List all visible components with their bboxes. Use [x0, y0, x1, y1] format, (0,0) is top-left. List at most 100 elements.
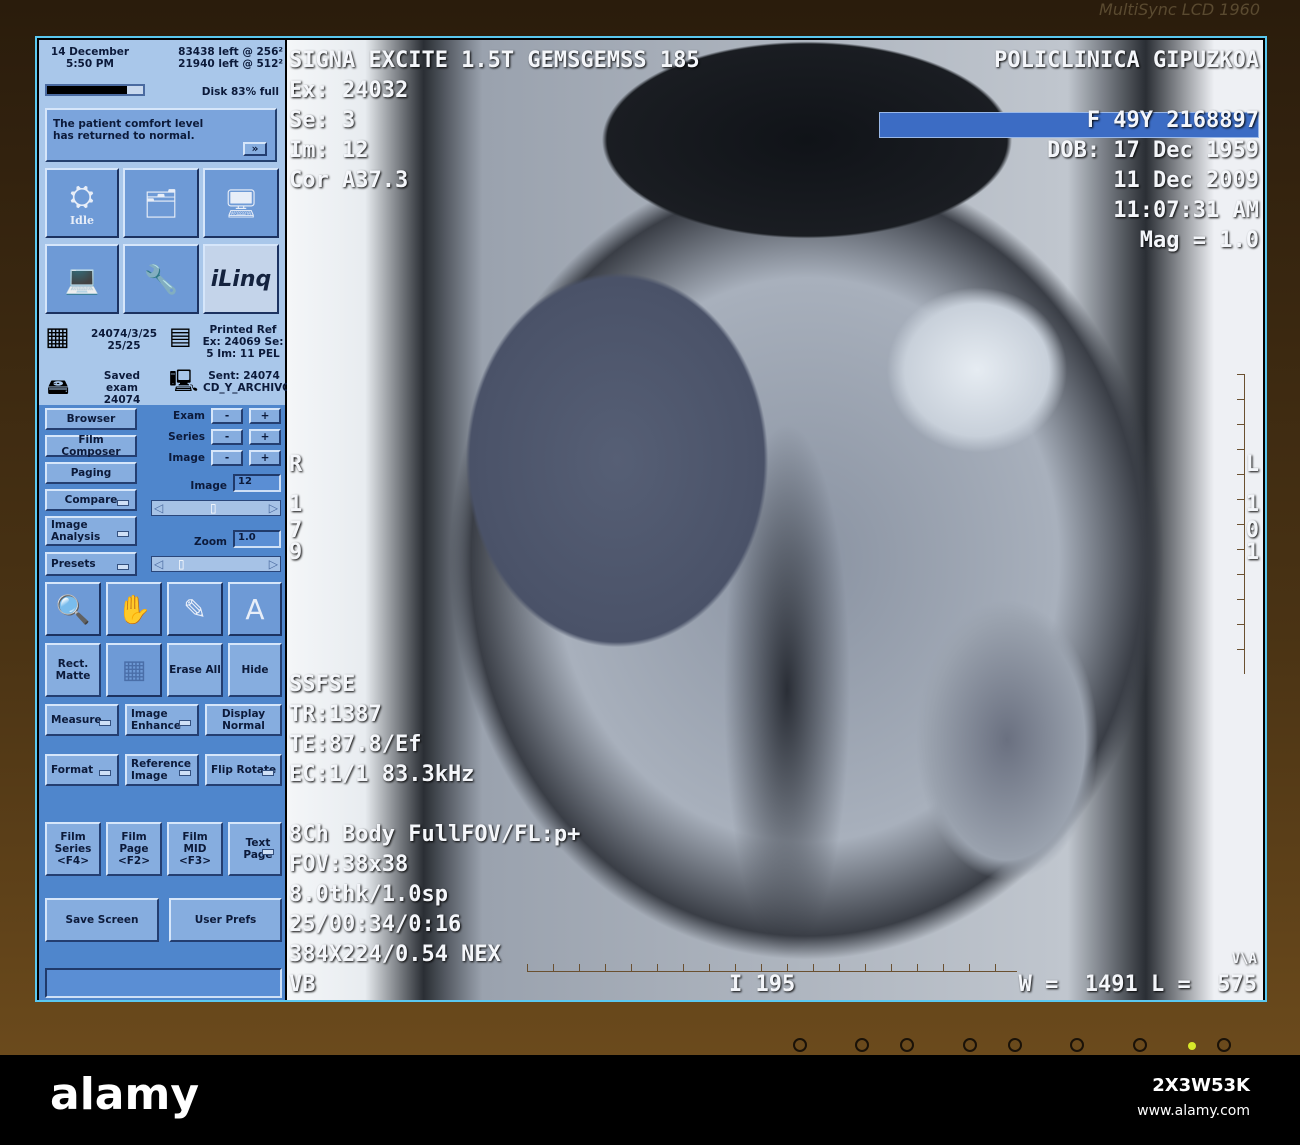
monitor-button[interactable]: [1133, 1038, 1147, 1052]
left-scale-digit: 1: [289, 492, 303, 517]
exam-info: 24074/3/25: [90, 328, 158, 340]
sequence-name: SSFSE: [289, 672, 356, 697]
tools-button[interactable]: 🔧: [123, 244, 199, 314]
film-page-button[interactable]: Film Page <F2>: [106, 822, 162, 876]
image-number-field[interactable]: 12: [233, 474, 281, 492]
power-led: [1188, 1042, 1196, 1050]
film-composer-button[interactable]: Film Composer: [45, 434, 137, 458]
zoom-slider[interactable]: ◁ ▯ ▷: [151, 556, 281, 572]
exam-number: Ex: 24032: [289, 78, 409, 103]
print-grid-icon: ▤: [169, 322, 192, 350]
film-series-button[interactable]: Film Series <F4>: [45, 822, 101, 876]
pan-button[interactable]: ✋: [106, 582, 162, 636]
series-prev-button[interactable]: -: [211, 429, 243, 445]
film-mid-button[interactable]: Film MID <F3>: [167, 822, 223, 876]
tools-icon: 🔧: [143, 262, 179, 296]
hide-button[interactable]: Hide: [228, 643, 282, 697]
series-label: Series: [168, 431, 205, 443]
monitor-button[interactable]: [963, 1038, 977, 1052]
patient-folder-icon: 🗂: [143, 186, 179, 220]
institution: POLICLINICA GIPUZKOA: [994, 48, 1259, 73]
paging-button[interactable]: Paging: [45, 462, 137, 484]
scanner-info: SIGNA EXCITE 1.5T GEMSGEMSS 185: [289, 48, 700, 73]
left-scale-digit: 7: [289, 518, 303, 543]
magnify-button[interactable]: 🔍: [45, 582, 101, 636]
grid-icon: ▦: [121, 655, 147, 685]
dob: DOB: 17 Dec 1959: [1047, 138, 1259, 163]
pen-annotation-icon: ✎: [183, 592, 207, 626]
power-button[interactable]: [1217, 1038, 1231, 1052]
save-screen-button[interactable]: Save Screen: [45, 898, 159, 942]
mri-image-viewport[interactable]: SIGNA EXCITE 1.5T GEMSGEMSS 185 Ex: 24032…: [287, 40, 1263, 1000]
image-slider[interactable]: ◁ ▯ ▷: [151, 500, 281, 516]
user-prefs-button[interactable]: User Prefs: [169, 898, 282, 942]
measure-menu[interactable]: Measure: [45, 704, 119, 736]
computer-network-icon: 💻: [64, 262, 100, 296]
patient-id: F 49Y 2168897: [1086, 108, 1259, 133]
erase-all-button[interactable]: Erase All: [167, 643, 223, 697]
text-page-menu[interactable]: Text Page: [228, 822, 282, 876]
reference-image-menu[interactable]: Reference Image: [125, 754, 199, 786]
archive-computer-icon: 🖳: [169, 369, 199, 394]
field-of-view: FOV:38x38: [289, 852, 409, 877]
monitor-button[interactable]: [1070, 1038, 1084, 1052]
display-normal-button[interactable]: Display Normal: [205, 704, 282, 736]
message-box: The patient comfort level has returned t…: [45, 108, 277, 162]
compare-button[interactable]: Compare: [45, 489, 137, 511]
scanner-status: Idle: [69, 214, 94, 227]
archive-destination: CD_Y_ARCHIVO: [203, 382, 292, 394]
format-menu[interactable]: Format: [45, 754, 119, 786]
coil-info: 8Ch Body FullFOV/FL:p+: [289, 822, 581, 847]
viewer-button[interactable]: 🖥: [203, 168, 279, 238]
rect-matte-button[interactable]: Rect. Matte: [45, 643, 101, 697]
grid-button[interactable]: ▦: [106, 643, 162, 697]
command-field[interactable]: [45, 968, 282, 998]
hand-icon: ✋: [116, 592, 152, 626]
echo-time: TE:87.8/Ef: [289, 732, 422, 757]
exam-next-button[interactable]: +: [249, 408, 281, 424]
acquisition-time: 25/00:34/0:16: [289, 912, 462, 937]
monitor-button[interactable]: [1008, 1038, 1022, 1052]
printed-ref-line: 5 Im: 11 PEL: [206, 348, 280, 360]
image-analysis-menu[interactable]: Image Analysis: [45, 516, 137, 546]
presets-menu[interactable]: Presets: [45, 552, 137, 576]
right-scale-digit: 0: [1245, 518, 1259, 543]
slice-thickness: 8.0thk/1.0sp: [289, 882, 448, 907]
network-button[interactable]: 💻: [45, 244, 119, 314]
image-label: Image: [168, 452, 205, 464]
iling-button[interactable]: iLinq: [203, 244, 279, 314]
watermark-bar: alamy 2X3W53K www.alamy.com: [0, 1055, 1300, 1145]
zoom-label: Zoom: [194, 536, 227, 548]
image-prev-button[interactable]: -: [211, 450, 243, 466]
patient-button[interactable]: 🗂: [123, 168, 199, 238]
scanner-button[interactable]: ⛭ Idle: [45, 168, 119, 238]
monitor-brand: MultiSync LCD 1960: [1099, 0, 1260, 19]
right-scale-digit: 1: [1245, 492, 1259, 517]
exam-icon: ▦: [45, 322, 70, 352]
monitor-button[interactable]: [855, 1038, 869, 1052]
annotate-button[interactable]: ✎: [167, 582, 223, 636]
repetition-time: TR:1387: [289, 702, 382, 727]
message-next-button[interactable]: »: [243, 142, 267, 156]
text-a-icon: A: [245, 592, 265, 626]
message-text: The patient comfort level has returned t…: [53, 118, 204, 142]
browser-button[interactable]: Browser: [45, 408, 137, 430]
watermark-id: 2X3W53K: [1152, 1075, 1250, 1096]
monitor-button[interactable]: [793, 1038, 807, 1052]
magnifier-icon: 🔍: [55, 592, 91, 626]
zoom-field[interactable]: 1.0: [233, 530, 281, 548]
text-button[interactable]: A: [228, 582, 282, 636]
monitor-button[interactable]: [900, 1038, 914, 1052]
image-enhance-menu[interactable]: Image Enhance: [125, 704, 199, 736]
saved-exam: Saved exam: [103, 370, 141, 394]
status-area: 14 December 5:50 PM 83438 left @ 256² 2194…: [39, 40, 292, 406]
series-next-button[interactable]: +: [249, 429, 281, 445]
time: 5:50 PM: [66, 58, 114, 70]
echo-bandwidth: EC:1/1 83.3kHz: [289, 762, 475, 787]
capacity-512: 21940 left @ 512²: [178, 58, 283, 70]
image-next-button[interactable]: +: [249, 450, 281, 466]
flip-rotate-menu[interactable]: Flip Rotate: [205, 754, 282, 786]
orientation-right: R: [289, 452, 303, 477]
exam-prev-button[interactable]: -: [211, 408, 243, 424]
screen: 14 December 5:50 PM 83438 left @ 256² 2194…: [35, 36, 1267, 1002]
